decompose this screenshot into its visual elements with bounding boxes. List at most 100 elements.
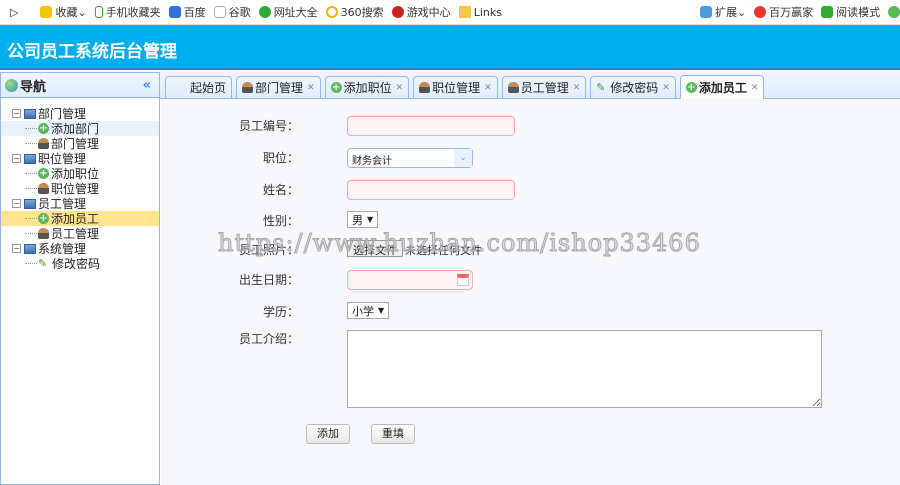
collapse-toggle-icon[interactable]: − — [12, 244, 21, 253]
emp-no-label: 员工编号： — [238, 119, 299, 133]
education-select[interactable]: 小学 ▼ — [347, 302, 390, 319]
tree-group-system[interactable]: − 系统管理 — [1, 241, 159, 256]
star-icon — [40, 6, 53, 18]
tab-position-manage[interactable]: 职位管理 ✕ — [413, 76, 498, 98]
bookmark-games[interactable]: 游戏中心 — [391, 4, 451, 20]
emp-no-input[interactable] — [347, 116, 515, 136]
add-button[interactable]: 添加 — [306, 424, 350, 444]
reset-button[interactable]: 重填 — [371, 424, 415, 444]
bookmark-baidu[interactable]: 百度 — [168, 4, 206, 20]
gender-select[interactable]: 男 ▼ — [347, 211, 379, 228]
pencil-icon: ✎ — [38, 256, 48, 270]
folder-icon — [458, 6, 471, 18]
add-icon: + — [685, 82, 697, 93]
app-title: 公司员工系统后台管理 — [7, 42, 177, 62]
user-icon — [38, 183, 49, 194]
computer-icon — [24, 108, 36, 119]
tree-item-add-dept[interactable]: + 添加部门 — [1, 121, 159, 136]
phone-icon — [94, 6, 103, 18]
close-icon[interactable]: ✕ — [307, 83, 315, 93]
collapse-toggle-icon[interactable]: − — [12, 199, 21, 208]
close-icon[interactable]: ✕ — [662, 83, 670, 93]
search-360-icon — [325, 6, 338, 18]
sidebar-title: 导航 — [20, 79, 47, 95]
page-icon — [213, 6, 226, 18]
user-icon — [38, 228, 49, 239]
extensions-button[interactable]: 扩展 ⌄ — [699, 4, 746, 20]
choose-file-button[interactable]: 选择文件 — [347, 240, 403, 257]
chevron-down-icon: ⌄ — [454, 149, 472, 167]
tree-item-add-position[interactable]: + 添加职位 — [1, 166, 159, 181]
nav-tree: − 部门管理 + 添加部门 部门管理 − 职位管理 + 添加职位 职位管理 − 员工管理 … — [1, 98, 159, 271]
hao-icon — [258, 6, 271, 18]
bookmark-mobile[interactable]: 手机收藏夹 — [94, 4, 161, 20]
collapse-toggle-icon[interactable]: − — [12, 154, 21, 163]
calendar-icon[interactable] — [457, 274, 469, 286]
add-icon: + — [38, 213, 49, 224]
add-icon: + — [38, 168, 49, 179]
tab-home[interactable]: 起始页 — [165, 76, 233, 98]
file-status: 未选择任何文件 — [405, 244, 482, 257]
bookmark-links[interactable]: Links — [458, 6, 502, 19]
bank-button[interactable]: 网银⌄ — [888, 4, 900, 20]
nav-sidebar: 导航 « − 部门管理 + 添加部门 部门管理 − 职位管理 + 添加职位 职位管理 − 员… — [0, 72, 160, 485]
tree-item-change-password[interactable]: ✎ 修改密码 — [1, 256, 159, 271]
tree-item-employee-manage[interactable]: 员工管理 — [1, 226, 159, 241]
close-icon[interactable]: ✕ — [573, 83, 581, 93]
tree-group-dept[interactable]: − 部门管理 — [1, 106, 159, 121]
intro-textarea[interactable] — [347, 330, 822, 408]
tab-employee-manage[interactable]: 员工管理 ✕ — [501, 76, 587, 98]
sidebar-header: 导航 « — [1, 73, 159, 98]
computer-icon — [24, 243, 36, 254]
tree-group-position[interactable]: − 职位管理 — [1, 151, 159, 166]
computer-icon — [24, 198, 36, 209]
millionaire-button[interactable]: 百万赢家 — [754, 4, 813, 20]
tree-group-employee[interactable]: − 员工管理 — [1, 196, 159, 211]
tab-bar: 起始页 部门管理 ✕ + 添加职位 ✕ 职位管理 ✕ 员工管理 ✕ ✎ 修改密码 ✕ + 添加员… — [160, 72, 900, 99]
bookmark-hao[interactable]: 网址大全 — [258, 4, 318, 20]
reading-mode-button[interactable]: 阅读模式 — [821, 4, 880, 20]
bookmark-favorites[interactable]: 收藏 ⌄ — [40, 4, 87, 20]
gender-label: 性别： — [262, 214, 299, 228]
dropdown-arrow-icon: ▼ — [367, 215, 374, 224]
book-icon — [821, 6, 834, 18]
position-select[interactable]: 财务会计 ⌄ — [347, 148, 473, 168]
baidu-icon — [168, 6, 181, 18]
add-employee-form: 员工编号： 职位： 财务会计 ⌄ 姓名： 性别： 男 ▼ 员工照片： 选择文件 未选… — [161, 99, 900, 485]
tab-dept-manage[interactable]: 部门管理 ✕ — [236, 76, 321, 98]
trophy-icon — [754, 6, 767, 18]
tree-item-dept-manage[interactable]: 部门管理 — [1, 136, 159, 151]
collapse-icon[interactable]: « — [143, 78, 151, 93]
intro-label: 员工介绍： — [238, 332, 299, 346]
close-icon[interactable]: ✕ — [751, 83, 759, 93]
position-label: 职位： — [262, 151, 299, 165]
name-label: 姓名： — [262, 183, 299, 197]
browser-bookmarks-bar: ▷ 收藏 ⌄ 手机收藏夹 百度 谷歌 网址大全 360搜索 游戏中心 Links … — [0, 0, 900, 25]
app-header: 公司员工系统后台管理 — [0, 25, 900, 70]
game-icon — [391, 6, 404, 18]
birth-date-input[interactable] — [347, 270, 473, 290]
name-input[interactable] — [347, 180, 515, 200]
tab-change-password[interactable]: ✎ 修改密码 ✕ — [590, 76, 676, 98]
computer-icon — [24, 153, 36, 164]
add-icon: + — [38, 123, 49, 134]
user-icon — [242, 82, 254, 93]
dropdown-arrow-icon: ▼ — [378, 306, 385, 315]
tab-add-employee[interactable]: + 添加员工 ✕ — [679, 75, 765, 99]
globe-icon — [5, 78, 18, 92]
collapse-toggle-icon[interactable]: − — [12, 109, 21, 118]
tab-add-position[interactable]: + 添加职位 ✕ — [324, 76, 410, 98]
bookmark-360[interactable]: 360搜索 — [325, 4, 384, 20]
shield-icon — [888, 6, 900, 18]
pencil-icon: ✎ — [596, 80, 606, 94]
tree-item-position-manage[interactable]: 职位管理 — [1, 181, 159, 196]
bookmark-google[interactable]: 谷歌 — [213, 4, 251, 20]
sidebar-toggle-icon[interactable]: ▷ — [10, 6, 18, 19]
photo-label: 员工照片： — [238, 243, 299, 257]
close-icon[interactable]: ✕ — [396, 83, 404, 93]
user-icon — [419, 82, 431, 93]
user-icon — [38, 138, 49, 149]
close-icon[interactable]: ✕ — [484, 83, 492, 93]
add-icon: + — [330, 82, 342, 93]
tree-item-add-employee[interactable]: + 添加员工 — [1, 211, 159, 226]
